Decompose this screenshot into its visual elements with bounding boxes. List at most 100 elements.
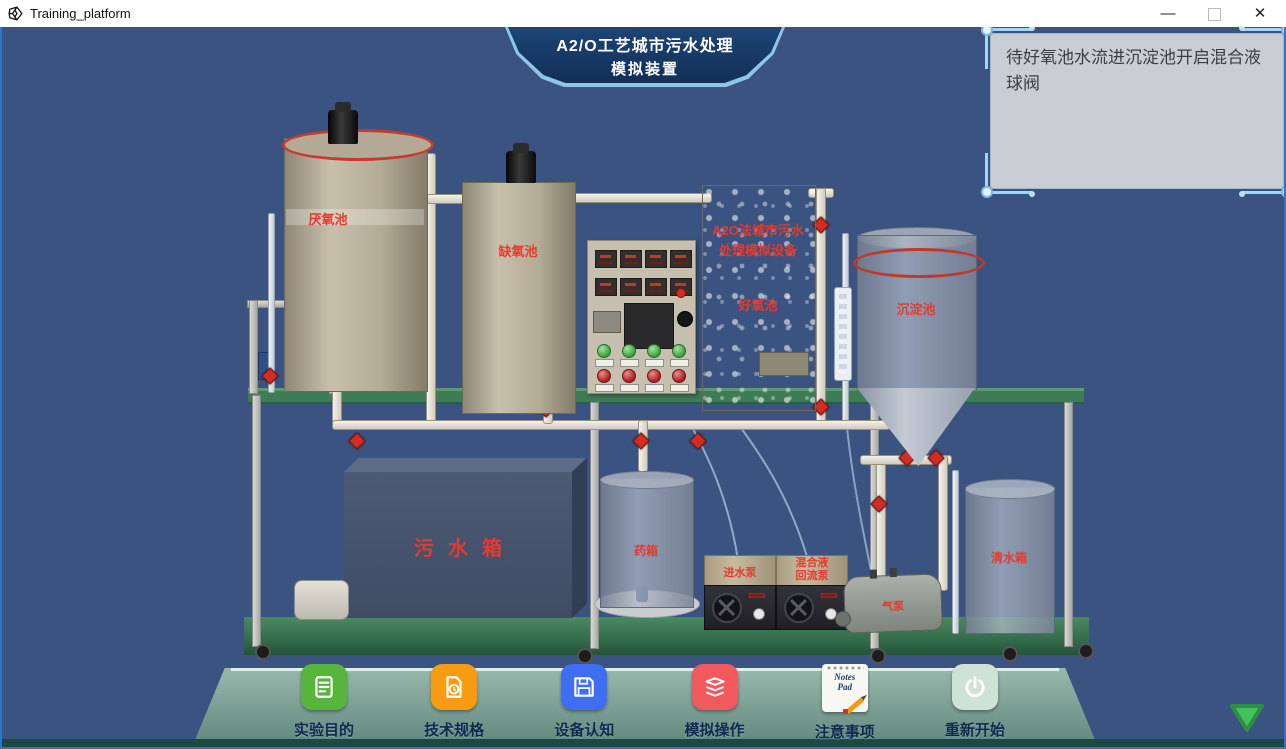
flow-meter[interactable] <box>834 287 852 381</box>
toolbar-label: 重新开始 <box>945 719 1005 740</box>
minimize-button[interactable]: — <box>1148 0 1188 26</box>
sewage-tank-top <box>344 458 586 472</box>
anaerobic-tank-label: 厌氧池 <box>290 209 366 228</box>
dosing-tank-label: 药箱 <box>600 542 692 559</box>
recycle-pump-label-line2: 回流泵 <box>777 570 847 583</box>
control-panel[interactable] <box>587 240 696 394</box>
button-tag <box>645 384 664 392</box>
pipe-segment <box>952 470 959 634</box>
panel-red-knob[interactable] <box>676 288 686 298</box>
digital-meter <box>645 278 667 296</box>
document-icon <box>301 664 347 710</box>
feed-pump-front <box>704 585 776 630</box>
toolbar-item-equipment-cognition[interactable]: 设备认知 <box>519 664 649 744</box>
sewage-tank-label: 污水箱 <box>344 532 572 561</box>
nameplate <box>759 352 809 376</box>
pipe-segment <box>842 233 849 291</box>
simulation-viewport[interactable]: 厌氧池 缺氧池 <box>0 27 1286 749</box>
panel-green-button[interactable] <box>622 344 636 358</box>
notepad-icon: NotesPad <box>822 664 868 712</box>
anaerobic-tank[interactable] <box>284 138 428 392</box>
aerobic-tank-title-line2: 处理模拟设备 <box>704 240 812 259</box>
recycle-pump[interactable]: 混合液 回流泵 <box>776 555 848 587</box>
mixer-motor[interactable] <box>506 151 536 183</box>
banner: A2/O工艺城市污水处理 模拟装置 <box>505 27 785 87</box>
power-icon <box>952 664 998 710</box>
anoxic-tank[interactable] <box>462 182 576 414</box>
transfer-pump[interactable] <box>294 580 349 620</box>
panel-green-button[interactable] <box>672 344 686 358</box>
instruction-panel: 待好氧池水流进沉淀池开启混合液球阀 <box>990 33 1284 189</box>
toolbar-item-tech-specs[interactable]: 技术规格 <box>389 664 519 744</box>
feed-pump[interactable]: 进水泵 <box>704 555 776 587</box>
clean-water-tank-top <box>965 479 1055 499</box>
toolbar-item-notes[interactable]: NotesPad 注意事项 <box>780 664 910 744</box>
dosing-tank-top <box>600 471 694 489</box>
button-tag <box>595 359 614 367</box>
air-pump-outlet <box>835 611 851 627</box>
panel-knob[interactable] <box>677 311 693 327</box>
aerobic-tank-label: 好氧池 <box>704 295 812 314</box>
pipe-segment <box>558 193 712 203</box>
panel-green-button[interactable] <box>647 344 661 358</box>
mixer-motor-cap <box>335 102 351 112</box>
training-platform-window: Training_platform — ✕ <box>0 0 1286 749</box>
pipe-segment <box>876 463 886 591</box>
panel-red-button[interactable] <box>672 369 686 383</box>
button-tag <box>645 359 664 367</box>
sewage-tank[interactable]: 污水箱 <box>344 472 572 618</box>
panel-red-button[interactable] <box>597 369 611 383</box>
button-tag <box>620 359 639 367</box>
toolbar-item-experiment-purpose[interactable]: 实验目的 <box>259 664 389 744</box>
feed-pump-label: 进水泵 <box>705 564 775 580</box>
maximize-icon <box>1208 8 1221 21</box>
pipe-segment <box>842 377 849 423</box>
sedimentation-tank-rim <box>853 248 985 278</box>
air-pump-label: 气泵 <box>845 596 941 615</box>
toolbar-item-restart[interactable]: 重新开始 <box>910 664 1040 744</box>
title-bar[interactable]: Training_platform — ✕ <box>0 0 1286 28</box>
toolbar-item-simulation-operation[interactable]: 模拟操作 <box>650 664 780 744</box>
digital-meter <box>670 250 692 268</box>
panel-gauge <box>593 311 621 333</box>
sedimentation-tank-label: 沉淀池 <box>870 299 962 318</box>
panel-red-button[interactable] <box>647 369 661 383</box>
unity-logo-icon <box>7 5 24 22</box>
pipe-segment <box>268 213 275 393</box>
corner-bracket <box>1242 153 1286 194</box>
pipe-segment <box>938 455 948 591</box>
toolbar-label: 注意事项 <box>815 721 875 742</box>
mixer-motor[interactable] <box>328 110 358 144</box>
collapse-arrow-button[interactable] <box>1227 700 1267 736</box>
panel-green-button[interactable] <box>597 344 611 358</box>
panel-display <box>624 303 674 349</box>
corner-bracket <box>985 153 1032 194</box>
air-pump[interactable]: 气泵 <box>843 573 943 633</box>
recycle-pump-label-line1: 混合液 <box>777 557 847 570</box>
digital-meter <box>595 250 617 268</box>
window-title: Training_platform <box>30 6 131 21</box>
spec-document-icon <box>431 664 477 710</box>
digital-meter <box>645 250 667 268</box>
anaerobic-tank-rim <box>282 129 434 161</box>
button-tag <box>620 384 639 392</box>
digital-meter <box>620 250 642 268</box>
toolbar-label: 技术规格 <box>424 719 484 740</box>
anoxic-tank-label: 缺氧池 <box>480 241 556 260</box>
panel-red-button[interactable] <box>622 369 636 383</box>
sewage-tank-side <box>572 458 587 618</box>
button-tag <box>670 359 689 367</box>
toolbar: 实验目的 技术规格 设备认知 模拟操作 <box>259 664 1040 744</box>
button-tag <box>670 384 689 392</box>
toolbar-label: 实验目的 <box>294 719 354 740</box>
button-tag <box>595 384 614 392</box>
banner-title-line1: A2/O工艺城市污水处理 <box>556 32 733 56</box>
digital-meter <box>595 278 617 296</box>
banner-title-line2: 模拟装置 <box>611 58 679 79</box>
close-button[interactable]: ✕ <box>1240 0 1280 26</box>
pipe-segment <box>332 420 890 430</box>
toolbar-label: 设备认知 <box>554 719 614 740</box>
toolbar-label: 模拟操作 <box>685 719 745 740</box>
clean-water-tank-label: 清水箱 <box>965 549 1053 566</box>
instruction-text: 待好氧池水流进沉淀池开启混合液球阀 <box>1006 45 1268 98</box>
